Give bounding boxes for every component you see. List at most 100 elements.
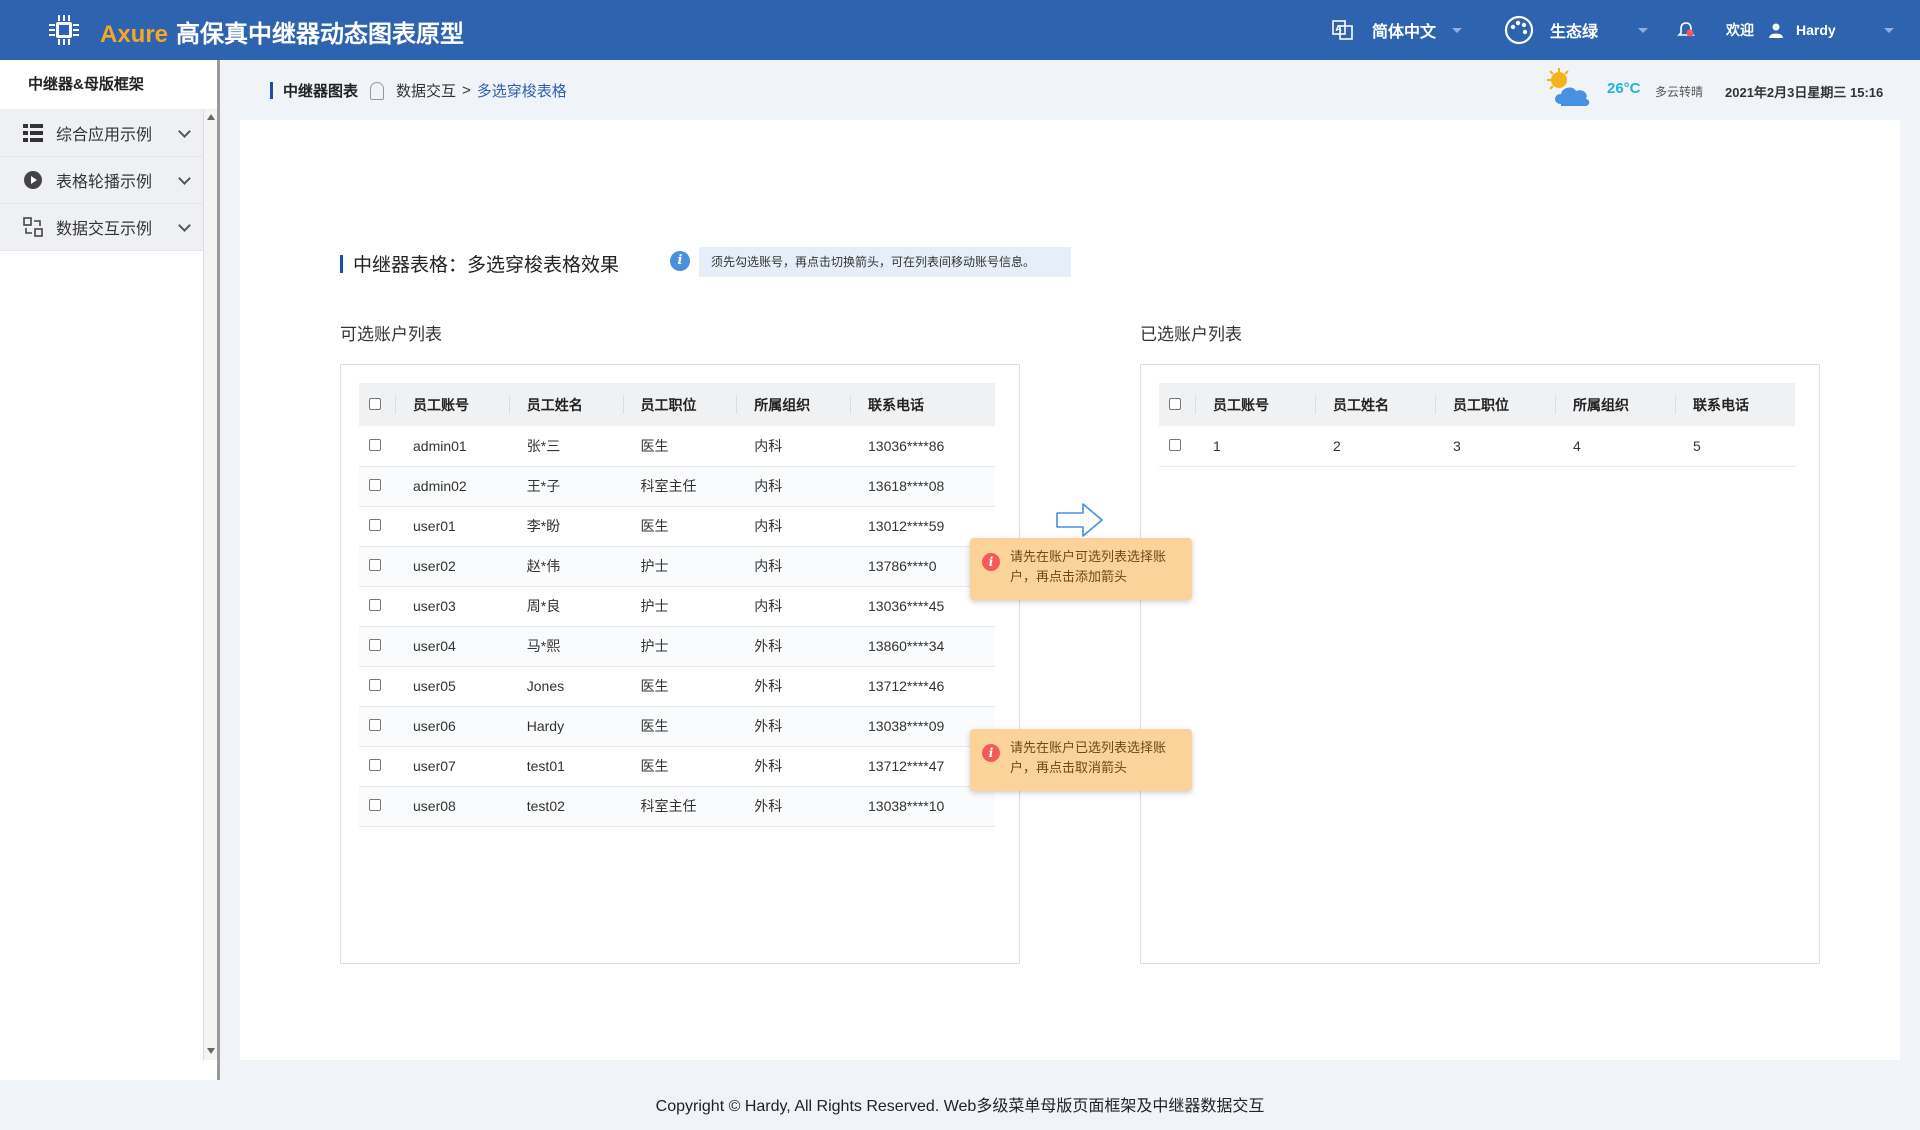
breadcrumb-current: 多选穿梭表格 xyxy=(476,83,567,100)
remove-tooltip: i 请先在账户已选列表选择账户，再点击取消箭头 xyxy=(970,729,1192,791)
selected-panel: 员工账号 员工姓名 员工职位 所属组织 联系电话 12345 xyxy=(1140,364,1820,964)
table-row[interactable]: user06 Hardy 医生 外科 13038****09 xyxy=(359,706,995,747)
user-icon xyxy=(1769,23,1783,38)
available-panel: 员工账号 员工姓名 员工职位 所属组织 联系电话 admin01 张*三 医生 内科 1… xyxy=(340,364,1020,964)
table-cell: 内科 xyxy=(736,546,850,587)
table-cell: admin01 xyxy=(395,426,509,467)
chip-logo-icon xyxy=(49,15,79,45)
row-checkbox[interactable] xyxy=(359,426,395,467)
row-checkbox[interactable] xyxy=(359,786,395,827)
table-cell: 外科 xyxy=(736,706,850,747)
sidebar-item-carousel[interactable]: 表格轮播示例 xyxy=(0,157,217,204)
chevron-down-icon xyxy=(178,172,191,185)
add-arrow-button[interactable] xyxy=(1055,502,1105,538)
sidebar-item-label: 表格轮播示例 xyxy=(56,174,153,191)
breadcrumb: 中继器图表 数据交互 > 多选穿梭表格 xyxy=(270,80,567,101)
sidebar-title: 中继器&母版框架 xyxy=(0,60,217,110)
scroll-down-icon[interactable] xyxy=(207,1048,215,1054)
table-row[interactable]: user02 赵*伟 护士 内科 13786****0 xyxy=(359,546,995,587)
row-checkbox[interactable] xyxy=(359,586,395,627)
table-cell: 马*熙 xyxy=(508,626,623,667)
table-cell: 外科 xyxy=(736,666,850,707)
add-tooltip: i 请先在账户可选列表选择账户，再点击添加箭头 xyxy=(970,538,1192,600)
column-header: 所属组织 xyxy=(736,383,850,426)
table-row[interactable]: user04 马*熙 护士 外科 13860****34 xyxy=(359,626,995,667)
grid-list-icon xyxy=(22,122,44,144)
scroll-up-icon[interactable] xyxy=(207,114,215,120)
theme-label: 生态绿 xyxy=(1550,24,1599,41)
weather-desc: 多云转晴 xyxy=(1655,85,1704,99)
table-cell: 周*良 xyxy=(508,586,623,627)
alert-icon: i xyxy=(982,553,1000,571)
section-title-text: 中继器表格：多选穿梭表格效果 xyxy=(353,255,620,276)
row-checkbox[interactable] xyxy=(359,466,395,507)
breadcrumb-separator: > xyxy=(462,82,471,99)
column-header: 员工姓名 xyxy=(1315,383,1435,426)
select-all-checkbox[interactable] xyxy=(359,383,395,426)
selected-table: 员工账号 员工姓名 员工职位 所属组织 联系电话 12345 xyxy=(1159,383,1795,467)
datetime: 2021年2月3日星期三 15:16 xyxy=(1725,85,1884,100)
table-cell: 护士 xyxy=(622,626,737,667)
language-label: 简体中文 xyxy=(1372,24,1437,41)
row-checkbox[interactable] xyxy=(359,666,395,707)
language-selector[interactable]: A 简体中文 xyxy=(1332,0,1463,60)
table-header-row: 员工账号 员工姓名 员工职位 所属组织 联系电话 xyxy=(359,383,995,426)
app-title-text: 高保真中继器动态图表原型 xyxy=(176,21,465,48)
breadcrumb-bar: 中继器图表 数据交互 > 多选穿梭表格 26°C 多云转晴 2021年2月3日星… xyxy=(223,60,1920,120)
row-checkbox[interactable] xyxy=(359,746,395,787)
row-checkbox[interactable] xyxy=(359,706,395,747)
row-checkbox[interactable] xyxy=(359,506,395,547)
available-table: 员工账号 员工姓名 员工职位 所属组织 联系电话 admin01 张*三 医生 内科 1… xyxy=(359,383,995,827)
table-row[interactable]: user03 周*良 护士 内科 13036****45 xyxy=(359,586,995,627)
user-menu[interactable]: 欢迎 Hardy xyxy=(1726,0,1894,60)
partly-cloudy-icon xyxy=(1547,68,1590,106)
table-cell: 内科 xyxy=(736,466,850,507)
notification-bell[interactable] xyxy=(1676,0,1696,60)
table-cell: test01 xyxy=(508,746,623,787)
alert-icon: i xyxy=(982,744,1000,762)
table-row[interactable]: admin02 王*子 科室主任 内科 13618****08 xyxy=(359,466,995,507)
table-row[interactable]: user05 Jones 医生 外科 13712****46 xyxy=(359,666,995,707)
table-row[interactable]: user07 test01 医生 外科 13712****47 xyxy=(359,746,995,787)
table-cell: 赵*伟 xyxy=(508,546,623,587)
table-row[interactable]: user08 test02 科室主任 外科 13038****10 xyxy=(359,786,995,827)
table-cell: 护士 xyxy=(622,546,737,587)
accent-bar xyxy=(270,82,273,99)
row-checkbox[interactable] xyxy=(359,626,395,667)
table-cell: 13618****08 xyxy=(850,466,995,507)
play-circle-icon xyxy=(22,169,44,191)
chevron-down-icon xyxy=(1883,27,1894,33)
accent-bar xyxy=(340,254,343,273)
sidebar-item-comprehensive[interactable]: 综合应用示例 xyxy=(0,110,217,157)
column-header: 员工账号 xyxy=(395,383,509,426)
table-row[interactable]: admin01 张*三 医生 内科 13036****86 xyxy=(359,426,995,467)
table-cell: 医生 xyxy=(622,506,737,547)
table-cell: 3 xyxy=(1435,426,1555,467)
sidebar-item-data-exchange[interactable]: 数据交互示例 xyxy=(0,204,217,251)
select-all-checkbox[interactable] xyxy=(1159,383,1195,426)
info-icon: i xyxy=(670,251,690,271)
row-checkbox[interactable] xyxy=(359,546,395,587)
table-cell: user08 xyxy=(395,786,509,827)
sidebar: 中继器&母版框架 综合应用示例 表格轮播示例 数据交互示例 xyxy=(0,60,220,1080)
breadcrumb-level2[interactable]: 数据交互 xyxy=(396,80,456,101)
table-row[interactable]: user01 李*盼 医生 内科 13012****59 xyxy=(359,506,995,547)
breadcrumb-root[interactable]: 中继器图表 xyxy=(283,80,358,101)
table-row[interactable]: 12345 xyxy=(1159,426,1795,467)
table-cell: 护士 xyxy=(622,586,737,627)
table-cell: user07 xyxy=(395,746,509,787)
table-header-row: 员工账号 员工姓名 员工职位 所属组织 联系电话 xyxy=(1159,383,1795,426)
translate-icon: A xyxy=(1332,20,1353,40)
table-cell: 内科 xyxy=(736,586,850,627)
tooltip-text: 请先在账户可选列表选择账户，再点击添加箭头 xyxy=(1010,549,1167,584)
theme-selector[interactable]: 生态绿 xyxy=(1504,0,1649,60)
brand-name: Axure xyxy=(100,21,169,48)
hint-text: 须先勾选账号，再点击切换箭头，可在列表间移动账号信息。 xyxy=(699,247,1071,277)
sidebar-scrollbar[interactable] xyxy=(203,110,217,1060)
sidebar-item-label: 数据交互示例 xyxy=(56,221,153,238)
tooltip-text: 请先在账户已选列表选择账户，再点击取消箭头 xyxy=(1010,740,1167,775)
table-cell: 13860****34 xyxy=(850,626,995,667)
row-checkbox[interactable] xyxy=(1159,426,1195,467)
table-cell: 内科 xyxy=(736,426,850,467)
sidebar-item-label: 综合应用示例 xyxy=(56,127,153,144)
